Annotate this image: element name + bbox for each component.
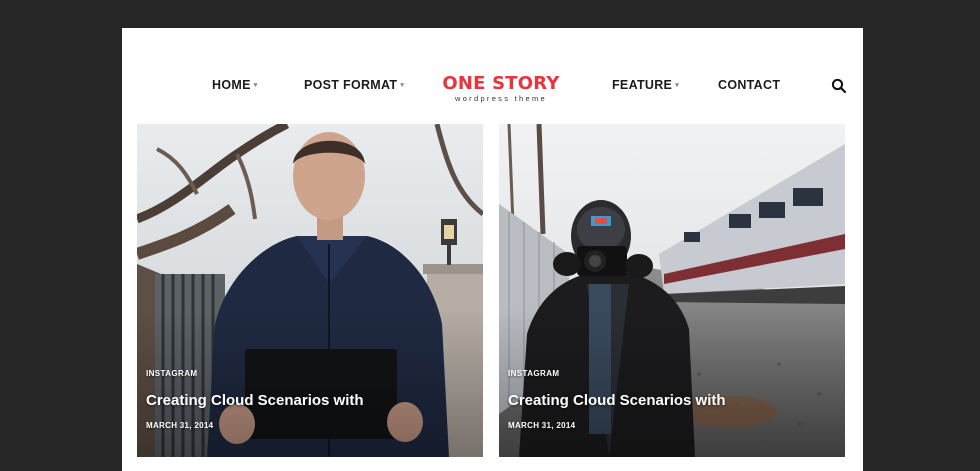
nav-item-feature[interactable]: FEATURE ▾ (612, 78, 679, 92)
nav-item-home[interactable]: HOME ▾ (212, 78, 258, 92)
nav-item-label: FEATURE (612, 78, 673, 92)
nav-item-label: CONTACT (718, 78, 781, 92)
nav-item-label: POST FORMAT (304, 78, 398, 92)
site-logo[interactable]: ONE STORY wordpress theme (439, 73, 563, 104)
post-category[interactable]: INSTAGRAM (146, 369, 197, 378)
search-icon (831, 78, 847, 94)
page-container: HOME ▾ POST FORMAT ▾ ONE STORY wordpress t… (122, 28, 863, 471)
nav-item-label: HOME (212, 78, 251, 92)
post-card[interactable]: INSTAGRAM Creating Cloud Scenarios with … (137, 124, 483, 457)
post-date: MARCH 31, 2014 (508, 421, 576, 430)
search-button[interactable] (831, 78, 847, 94)
post-card[interactable]: INSTAGRAM Creating Cloud Scenarios with … (499, 124, 845, 457)
post-title[interactable]: Creating Cloud Scenarios with (146, 392, 364, 409)
post-date: MARCH 31, 2014 (146, 421, 214, 430)
post-title[interactable]: Creating Cloud Scenarios with (508, 392, 726, 409)
nav-item-contact[interactable]: CONTACT (718, 78, 780, 92)
logo-subtitle: wordpress theme (454, 94, 548, 103)
chevron-down-icon: ▾ (675, 82, 680, 89)
nav-item-post-format[interactable]: POST FORMAT ▾ (304, 78, 404, 92)
post-category[interactable]: INSTAGRAM (508, 369, 559, 378)
main-navigation: HOME ▾ POST FORMAT ▾ ONE STORY wordpress t… (122, 28, 863, 124)
chevron-down-icon: ▾ (400, 82, 405, 89)
logo-title: ONE STORY (442, 73, 560, 94)
chevron-down-icon: ▾ (253, 82, 258, 89)
